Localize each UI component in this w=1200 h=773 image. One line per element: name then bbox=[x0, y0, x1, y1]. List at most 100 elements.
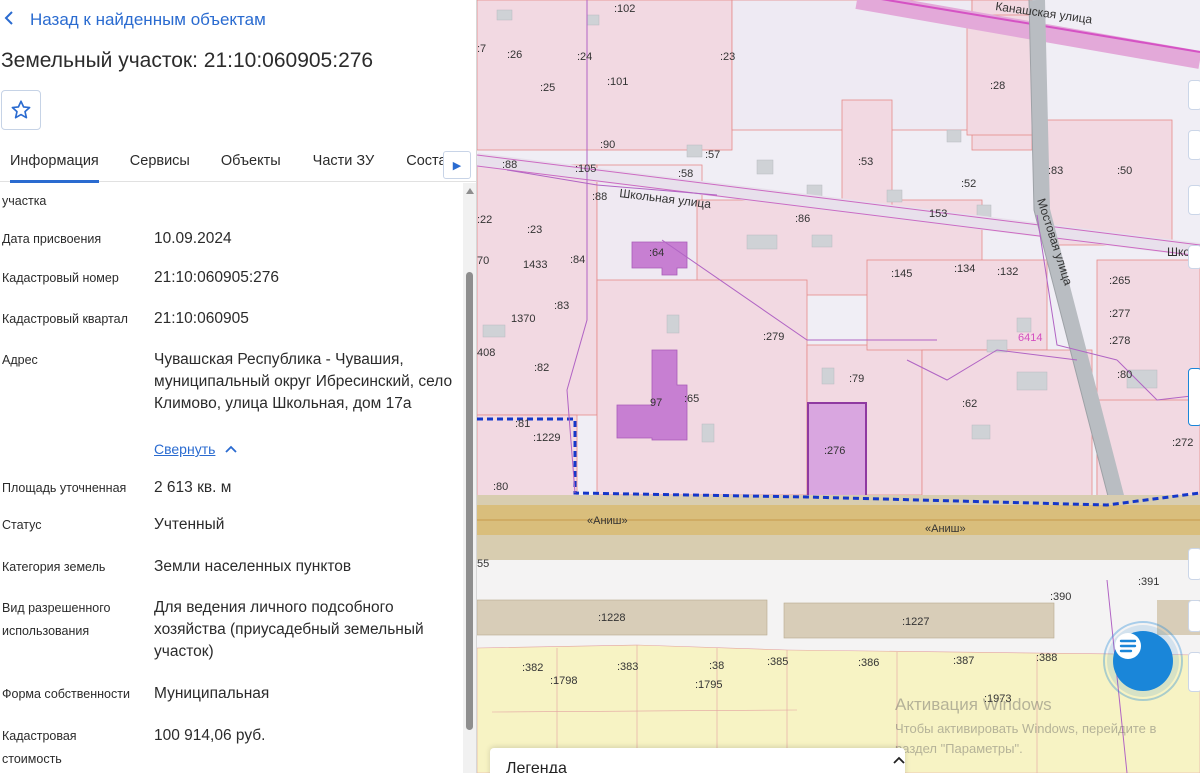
info-value: Муниципальная bbox=[154, 685, 270, 702]
parcel-label: :383 bbox=[617, 661, 638, 673]
back-link-label: Назад к найденным объектам bbox=[30, 9, 266, 29]
info-value: 21:10:060905:276 bbox=[154, 269, 279, 286]
info-value: 100 914,06 руб. bbox=[154, 727, 266, 744]
parcel-label: :25 bbox=[540, 82, 555, 94]
parcel-label: :7 bbox=[477, 43, 486, 55]
map-tool-button[interactable] bbox=[1188, 652, 1200, 692]
tab-bar: Информация Сервисы Объекты Части ЗУ Сост… bbox=[0, 146, 476, 183]
parcel-label: :276 bbox=[824, 445, 845, 457]
parcel-label: :391 bbox=[1138, 576, 1159, 588]
map-tool-button[interactable] bbox=[1188, 185, 1200, 215]
parcel-label: :102 bbox=[614, 3, 635, 15]
parcel-label: :101 bbox=[607, 76, 628, 88]
parcel-label: 97 bbox=[650, 397, 662, 409]
parcel-label: :22 bbox=[477, 214, 492, 226]
parcel-label: :134 bbox=[954, 263, 975, 275]
parcel-label: :278 bbox=[1109, 335, 1130, 347]
tabs-scroll-right-button[interactable]: ▶ bbox=[443, 151, 471, 179]
parcel-label: :86 bbox=[795, 213, 810, 225]
collapse-label: Свернуть bbox=[154, 441, 216, 457]
info-label: Статус bbox=[2, 518, 42, 532]
parcel-label: :57 bbox=[705, 149, 720, 161]
parcel-label: :277 bbox=[1109, 308, 1130, 320]
parcel-label: :279 bbox=[763, 331, 784, 343]
map-canvas[interactable]: :102 :26 :24 :23 :25 :101 :28 :7 :90 :57… bbox=[477, 0, 1200, 773]
windows-watermark-title: Активация Windows bbox=[895, 695, 1052, 714]
parcel-label: :38 bbox=[709, 660, 724, 672]
map-tool-button[interactable] bbox=[1188, 130, 1200, 160]
tab-services[interactable]: Сервисы bbox=[130, 146, 190, 182]
triangle-up-icon bbox=[465, 188, 474, 194]
info-label: Кадастровый квартал bbox=[2, 312, 128, 326]
chat-icon bbox=[1115, 633, 1141, 659]
parcel-label: 153 bbox=[929, 208, 947, 220]
page-title: Земельный участок: 21:10:060905:276 bbox=[1, 49, 374, 72]
chat-button[interactable] bbox=[1113, 631, 1173, 691]
map-tool-button[interactable] bbox=[1188, 548, 1200, 580]
parcel-label: :386 bbox=[858, 657, 879, 669]
cadastral-map[interactable]: :102 :26 :24 :23 :25 :101 :28 :7 :90 :57… bbox=[477, 0, 1200, 773]
parcel-label: :1228 bbox=[598, 612, 626, 624]
parcel-label: :105 bbox=[575, 163, 596, 175]
info-label: Дата присвоения bbox=[2, 232, 102, 246]
parcel-label: :88 bbox=[502, 159, 517, 171]
windows-watermark-line: раздел "Параметры". bbox=[895, 741, 1023, 756]
parcel-label: :382 bbox=[522, 662, 543, 674]
parcel-label: 6414 bbox=[1018, 332, 1042, 344]
collapse-link[interactable]: Свернуть bbox=[154, 441, 238, 457]
legend-panel[interactable]: Легенда bbox=[490, 748, 905, 773]
road-label: «Аниш» bbox=[925, 523, 966, 535]
parcel-label: :265 bbox=[1109, 275, 1130, 287]
windows-watermark-text: Чтобы активировать Windows, перейдите в … bbox=[895, 719, 1156, 759]
parcel-label: 1433 bbox=[523, 259, 547, 271]
map-tool-button[interactable] bbox=[1188, 245, 1200, 269]
chevron-up-icon bbox=[225, 445, 238, 453]
parcel-label: :1795 bbox=[695, 679, 723, 691]
parcel-label: :132 bbox=[997, 266, 1018, 278]
tab-objects[interactable]: Объекты bbox=[221, 146, 281, 182]
back-link[interactable]: Назад к найденным объектам bbox=[4, 9, 266, 30]
parcel-label: :23 bbox=[720, 51, 735, 63]
map-tool-button[interactable] bbox=[1188, 368, 1200, 426]
parcel-label: 55 bbox=[477, 558, 489, 570]
parcel-label: :388 bbox=[1036, 652, 1057, 664]
info-label: Адрес bbox=[2, 353, 38, 367]
info-value: 2 613 кв. м bbox=[154, 479, 232, 496]
info-value: Земли населенных пунктов bbox=[154, 558, 352, 575]
scrollbar-thumb[interactable] bbox=[466, 272, 473, 730]
parcel-label: :387 bbox=[953, 655, 974, 667]
parcel-label: :64 bbox=[649, 247, 664, 259]
tab-information[interactable]: Информация bbox=[10, 146, 99, 183]
parcel-label: :53 bbox=[858, 156, 873, 168]
windows-watermark-line: Чтобы активировать Windows, перейдите в bbox=[895, 721, 1157, 736]
parcel-label: :1229 bbox=[533, 432, 561, 444]
road-label: «Аниш» bbox=[587, 515, 628, 527]
info-label: Кадастровый номер bbox=[2, 271, 119, 285]
tab-land-parts[interactable]: Части ЗУ bbox=[313, 146, 375, 182]
info-list: участка Дата присвоения 10.09.2024 Кадас… bbox=[0, 183, 462, 773]
parcel-label: :52 bbox=[961, 178, 976, 190]
info-value: Для ведения личного подсобного хозяйства… bbox=[154, 599, 424, 660]
info-panel: Назад к найденным объектам Земельный уча… bbox=[0, 0, 477, 773]
legend-title: Легенда bbox=[506, 760, 567, 773]
info-label: Кадастровая стоимость bbox=[2, 729, 77, 766]
info-label: Вид разрешенного использования bbox=[2, 601, 111, 638]
parcel-label: :62 bbox=[962, 398, 977, 410]
parcel-label: :58 bbox=[678, 168, 693, 180]
parcel-label: :145 bbox=[891, 268, 912, 280]
map-tool-button[interactable] bbox=[1188, 80, 1200, 110]
parcel-label: :88 bbox=[592, 191, 607, 203]
triangle-right-icon: ▶ bbox=[452, 159, 462, 172]
favorite-button[interactable] bbox=[1, 90, 41, 130]
map-tool-button[interactable] bbox=[1188, 600, 1200, 632]
parcel-label: :83 bbox=[554, 300, 569, 312]
scroll-up-button[interactable] bbox=[463, 183, 476, 199]
info-value: Учтенный bbox=[154, 516, 225, 533]
parcel-label: :28 bbox=[990, 80, 1005, 92]
parcel-label: :83 bbox=[1048, 165, 1063, 177]
parcel-label: :272 bbox=[1172, 437, 1193, 449]
parcel-label: :80 bbox=[1117, 369, 1132, 381]
info-label: Форма собственности bbox=[2, 687, 130, 701]
street-label: Шко bbox=[1167, 245, 1190, 259]
parcel-label: :50 bbox=[1117, 165, 1132, 177]
